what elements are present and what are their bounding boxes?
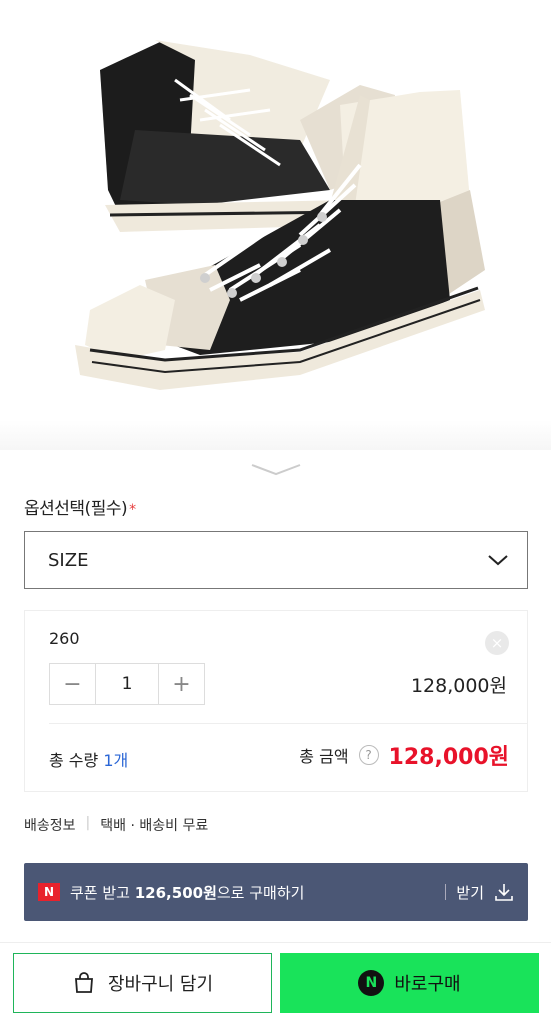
coupon-divider bbox=[445, 884, 447, 900]
quantity-stepper: − 1 + bbox=[49, 663, 205, 705]
option-price: 128,000원 bbox=[410, 675, 507, 697]
total-amount-label: 총 금액 bbox=[299, 747, 349, 766]
shipping-info: 배송정보 | 택배 · 배송비 무료 bbox=[24, 815, 208, 835]
quantity-value[interactable]: 1 bbox=[95, 664, 159, 704]
naver-pay-n-icon: N bbox=[358, 970, 385, 996]
buy-now-label: 바로구매 bbox=[394, 974, 461, 995]
plus-icon: + bbox=[172, 671, 191, 697]
add-to-cart-label: 장바구니 담기 bbox=[107, 974, 214, 995]
buy-now-button[interactable]: N 바로구매 bbox=[280, 953, 539, 1013]
option-title: 옵션선택(필수) * bbox=[24, 494, 136, 519]
selected-option-box: 260 × − 1 + 128,000원 총 수량 1개 총 금액 ? 128,… bbox=[24, 610, 528, 792]
total-quantity-label: 총 수량 bbox=[49, 751, 99, 770]
decrease-quantity-button[interactable]: − bbox=[50, 664, 95, 704]
product-page: 옵션선택(필수) * SIZE 260 × − 1 + 128,000원 총 수량… bbox=[0, 0, 551, 1024]
add-to-cart-button[interactable]: 장바구니 담기 bbox=[13, 953, 272, 1013]
total-amount-value: 128,000원 bbox=[388, 745, 509, 770]
coupon-banner[interactable]: N 쿠폰 받고 126,500원으로 구매하기 받기 bbox=[24, 863, 528, 921]
total-quantity-value: 1개 bbox=[103, 751, 129, 770]
coupon-receive-label: 받기 bbox=[456, 883, 484, 902]
required-mark: * bbox=[129, 502, 136, 518]
size-select-label: SIZE bbox=[48, 549, 89, 571]
product-image[interactable] bbox=[0, 0, 551, 450]
bottom-action-bar: 장바구니 담기 N 바로구매 bbox=[0, 942, 551, 1024]
coupon-text-prefix: 쿠폰 받고 bbox=[70, 883, 135, 902]
remove-option-button[interactable]: × bbox=[485, 631, 509, 655]
collapse-chevron-icon[interactable] bbox=[250, 462, 302, 476]
shipping-separator: | bbox=[85, 815, 91, 831]
shipping-label: 배송정보 bbox=[24, 818, 76, 834]
minus-icon: − bbox=[63, 671, 82, 697]
total-quantity: 총 수량 1개 bbox=[49, 747, 128, 771]
shipping-value: 택배 · 배송비 무료 bbox=[100, 818, 209, 834]
total-amount: 총 금액 ? 128,000원 bbox=[299, 739, 509, 771]
coupon-receive-button[interactable]: 받기 bbox=[445, 882, 514, 903]
chevron-down-icon bbox=[488, 555, 508, 566]
coupon-text-suffix: 으로 구매하기 bbox=[216, 883, 305, 902]
coupon-text: 쿠폰 받고 126,500원으로 구매하기 bbox=[70, 882, 445, 903]
help-icon[interactable]: ? bbox=[358, 745, 379, 765]
naver-pay-icon: N bbox=[38, 883, 60, 901]
increase-quantity-button[interactable]: + bbox=[159, 664, 204, 704]
size-select[interactable]: SIZE bbox=[24, 531, 528, 589]
sneaker-illustration bbox=[75, 40, 485, 390]
download-icon bbox=[495, 884, 513, 901]
shopping-bag-icon bbox=[74, 972, 93, 993]
image-fade bbox=[0, 420, 551, 450]
close-icon: × bbox=[490, 634, 504, 652]
divider bbox=[49, 723, 527, 724]
coupon-amount: 126,500원 bbox=[134, 883, 217, 902]
selected-size: 260 bbox=[49, 629, 80, 648]
option-title-text: 옵션선택(필수) bbox=[24, 499, 128, 519]
